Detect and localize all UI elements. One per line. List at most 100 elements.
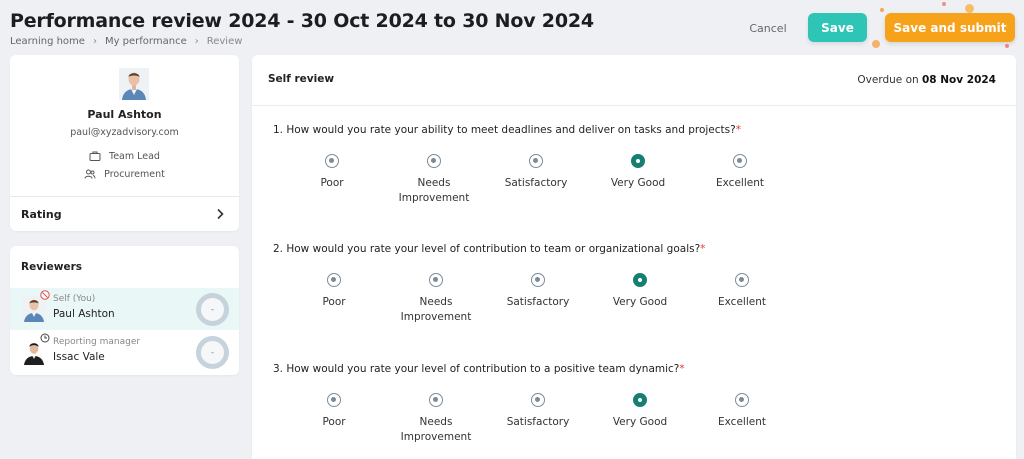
radio-button[interactable] xyxy=(529,154,543,168)
option-poor[interactable]: Poor xyxy=(282,154,382,191)
profile-card: Paul Ashton paul@xyzadvisory.com Team Le… xyxy=(10,55,239,231)
option-label: Satisfactory xyxy=(504,177,568,189)
question-3: 3. How would you rate your level of cont… xyxy=(273,363,685,375)
option-label: Needs Improvement xyxy=(400,416,472,443)
save-button[interactable]: Save xyxy=(808,13,867,42)
option-label: Excellent xyxy=(718,296,766,308)
profile-name: Paul Ashton xyxy=(87,108,162,121)
avatar xyxy=(119,68,149,100)
breadcrumb: Learning home › My performance › Review xyxy=(10,36,242,47)
option-label: Very Good xyxy=(612,296,668,308)
question-text: 3. How would you rate your level of cont… xyxy=(273,363,680,375)
radio-button[interactable] xyxy=(735,393,749,407)
breadcrumb-my-performance[interactable]: My performance xyxy=(105,36,187,47)
rating-label: Rating xyxy=(21,207,62,221)
page-title: Performance review 2024 - 30 Oct 2024 to… xyxy=(10,10,594,32)
option-label: Satisfactory xyxy=(506,296,570,308)
required-marker: * xyxy=(679,363,685,375)
option-needs-improvement[interactable]: Needs Improvement xyxy=(384,154,484,206)
profile-role: Team Lead xyxy=(10,150,239,162)
profile-email: paul@xyzadvisory.com xyxy=(70,127,179,138)
option-label: Excellent xyxy=(718,416,766,428)
reviewer-name: Paul Ashton xyxy=(53,308,115,320)
rating-row[interactable]: Rating xyxy=(10,197,239,231)
option-excellent[interactable]: Excellent xyxy=(692,273,792,310)
radio-button[interactable] xyxy=(327,273,341,287)
radio-button[interactable] xyxy=(633,273,647,287)
radio-button[interactable] xyxy=(325,154,339,168)
reviewers-card: Reviewers Self (You) Paul Ashton - Repor… xyxy=(10,246,239,375)
reviewer-role: Reporting manager xyxy=(53,337,141,347)
self-review-icon xyxy=(40,290,50,300)
radio-button[interactable] xyxy=(427,154,441,168)
reviewer-item[interactable]: Self (You) Paul Ashton - xyxy=(10,288,239,330)
required-marker: * xyxy=(735,124,741,136)
reviewer-name: Issac Vale xyxy=(53,351,105,363)
chevron-right-icon: › xyxy=(92,36,97,47)
confetti-decoration xyxy=(965,4,974,13)
option-label: Poor xyxy=(320,177,344,189)
briefcase-icon xyxy=(89,151,101,161)
question-text: 1. How would you rate your ability to me… xyxy=(273,124,736,136)
breadcrumb-learning-home[interactable]: Learning home xyxy=(10,36,85,47)
reviewers-title: Reviewers xyxy=(21,261,83,273)
breadcrumb-review: Review xyxy=(206,36,243,47)
profile-department-label: Procurement xyxy=(104,168,165,180)
profile-department: Procurement xyxy=(10,168,239,180)
self-review-panel: Self review Overdue on 08 Nov 2024 1. Ho… xyxy=(252,55,1016,459)
radio-button[interactable] xyxy=(429,393,443,407)
overdue-notice: Overdue on 08 Nov 2024 xyxy=(857,74,996,86)
chevron-right-icon xyxy=(217,208,224,220)
option-label: Very Good xyxy=(610,177,666,189)
radio-button[interactable] xyxy=(733,154,747,168)
option-very-good[interactable]: Very Good xyxy=(588,154,688,191)
radio-button[interactable] xyxy=(531,393,545,407)
confetti-decoration xyxy=(872,40,880,48)
overdue-prefix: Overdue on xyxy=(857,74,919,86)
section-title: Self review xyxy=(268,73,335,85)
save-and-submit-button[interactable]: Save and submit xyxy=(885,13,1015,42)
confetti-decoration xyxy=(880,8,884,12)
option-poor[interactable]: Poor xyxy=(284,393,384,430)
option-label: Excellent xyxy=(716,177,764,189)
overdue-date: 08 Nov 2024 xyxy=(922,74,996,86)
cancel-button[interactable]: Cancel xyxy=(742,17,794,39)
option-excellent[interactable]: Excellent xyxy=(692,393,792,430)
option-very-good[interactable]: Very Good xyxy=(590,273,690,310)
divider xyxy=(252,105,1016,106)
people-icon xyxy=(84,169,96,179)
question-2: 2. How would you rate your level of cont… xyxy=(273,243,705,255)
option-label: Poor xyxy=(322,296,346,308)
option-label: Needs Improvement xyxy=(398,177,470,204)
option-label: Satisfactory xyxy=(506,416,570,428)
option-needs-improvement[interactable]: Needs Improvement xyxy=(386,393,486,445)
radio-button[interactable] xyxy=(735,273,749,287)
confetti-decoration xyxy=(1005,44,1009,48)
radio-button[interactable] xyxy=(631,154,645,168)
question-1: 1. How would you rate your ability to me… xyxy=(273,124,741,136)
option-poor[interactable]: Poor xyxy=(284,273,384,310)
reviewer-score-ring: - xyxy=(196,336,229,369)
required-marker: * xyxy=(700,243,706,255)
option-label: Very Good xyxy=(612,416,668,428)
option-label: Needs Improvement xyxy=(400,296,472,323)
option-needs-improvement[interactable]: Needs Improvement xyxy=(386,273,486,325)
option-satisfactory[interactable]: Satisfactory xyxy=(488,273,588,310)
confetti-decoration xyxy=(942,2,946,6)
radio-button[interactable] xyxy=(327,393,341,407)
option-excellent[interactable]: Excellent xyxy=(690,154,790,191)
manager-review-icon xyxy=(40,333,50,343)
radio-button[interactable] xyxy=(633,393,647,407)
option-satisfactory[interactable]: Satisfactory xyxy=(488,393,588,430)
radio-button[interactable] xyxy=(531,273,545,287)
reviewer-item[interactable]: Reporting manager Issac Vale - xyxy=(10,331,239,373)
option-label: Poor xyxy=(322,416,346,428)
option-satisfactory[interactable]: Satisfactory xyxy=(486,154,586,191)
chevron-right-icon: › xyxy=(194,36,199,47)
radio-button[interactable] xyxy=(429,273,443,287)
reviewer-role: Self (You) xyxy=(53,294,96,304)
question-text: 2. How would you rate your level of cont… xyxy=(273,243,701,255)
profile-role-label: Team Lead xyxy=(109,150,160,162)
reviewer-score-ring: - xyxy=(196,293,229,326)
option-very-good[interactable]: Very Good xyxy=(590,393,690,430)
